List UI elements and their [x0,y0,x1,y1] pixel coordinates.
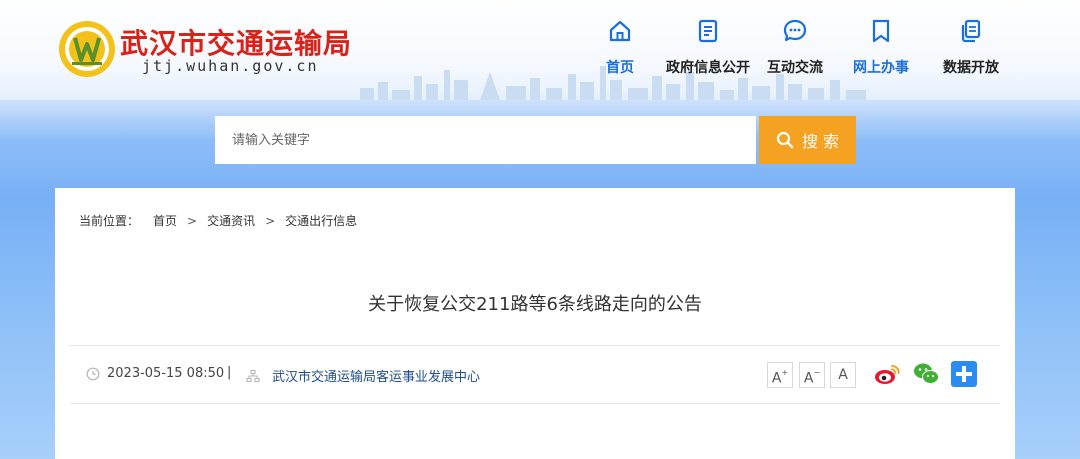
font-default-button[interactable]: A− [799,362,825,388]
more-share-icon[interactable] [951,361,977,387]
nav-item-open-data[interactable]: 数据开放 [938,18,1004,82]
site-title: 武汉市交通运输局 [120,27,353,60]
weibo-icon[interactable] [873,360,901,388]
plus-icon: + [781,368,789,377]
search-button[interactable]: 搜 索 [759,116,856,164]
breadcrumb-separator: > [187,213,198,228]
home-icon [609,20,631,42]
search-icon [776,131,794,149]
article-meta-bar: 2023-05-15 08:50 | 武汉市交通运输局客运事业发展中心 A+ A… [70,345,1000,404]
org-chart-icon [246,369,260,382]
font-reset-label: A [838,367,848,383]
minus-icon: − [813,368,821,377]
breadcrumb-item-travel-info[interactable]: 交通出行信息 [285,212,357,229]
clock-icon [86,367,100,380]
font-increase-label: A [771,370,782,387]
nav-label-home: 首页 [606,60,634,76]
main-nav: 首页 政府信息公开 互动交流 网上办事 数据开放 [590,18,1020,82]
nav-item-online-service[interactable]: 网上办事 [848,18,914,82]
bureau-logo [59,21,115,77]
nav-item-gov-info[interactable]: 政府信息公开 [662,18,754,82]
breadcrumb-item-traffic-news[interactable]: 交通资讯 [207,212,255,229]
article-source: 武汉市交通运输局客运事业发展中心 [246,366,480,385]
meta-divider: | [227,365,232,380]
search-button-label: 搜 索 [801,132,840,151]
breadcrumb-separator: > [265,213,276,228]
article-date-text: 2023-05-15 08:50 [107,366,225,381]
article-card: 当前位置： 首页 > 交通资讯 > 交通出行信息 关于恢复公交211路等6条线路… [55,188,1015,459]
chat-icon [783,19,807,42]
nav-item-home[interactable]: 首页 [590,18,650,82]
article-title: 关于恢复公交211路等6条线路走向的公告 [368,294,702,315]
wechat-icon[interactable] [912,360,940,388]
article-source-text[interactable]: 武汉市交通运输局客运事业发展中心 [272,366,480,385]
breadcrumb-prefix: 当前位置： [79,214,140,228]
nav-item-interaction[interactable]: 互动交流 [762,18,828,82]
nav-label-interaction: 互动交流 [767,60,823,76]
nav-label-open-data: 数据开放 [943,60,999,76]
font-increase-button[interactable]: A+ [767,362,793,388]
bookmark-icon [872,19,890,43]
article-date: 2023-05-15 08:50 [86,366,224,381]
site-domain: jtj.wuhan.gov.cn [142,57,319,75]
site-header: 武汉市交通运输局 jtj.wuhan.gov.cn 首页 政府信息公开 互动交流… [0,0,1080,100]
copy-icon [961,19,981,43]
search-input[interactable] [215,116,756,164]
nav-label-gov-info: 政府信息公开 [666,60,750,76]
document-icon [698,19,718,43]
breadcrumb: 当前位置： 首页 > 交通资讯 > 交通出行信息 [79,212,357,229]
font-reset-button[interactable]: A [830,362,856,388]
nav-label-online-service: 网上办事 [853,60,909,76]
font-default-label: A [803,370,814,387]
breadcrumb-item-home[interactable]: 首页 [153,212,177,229]
